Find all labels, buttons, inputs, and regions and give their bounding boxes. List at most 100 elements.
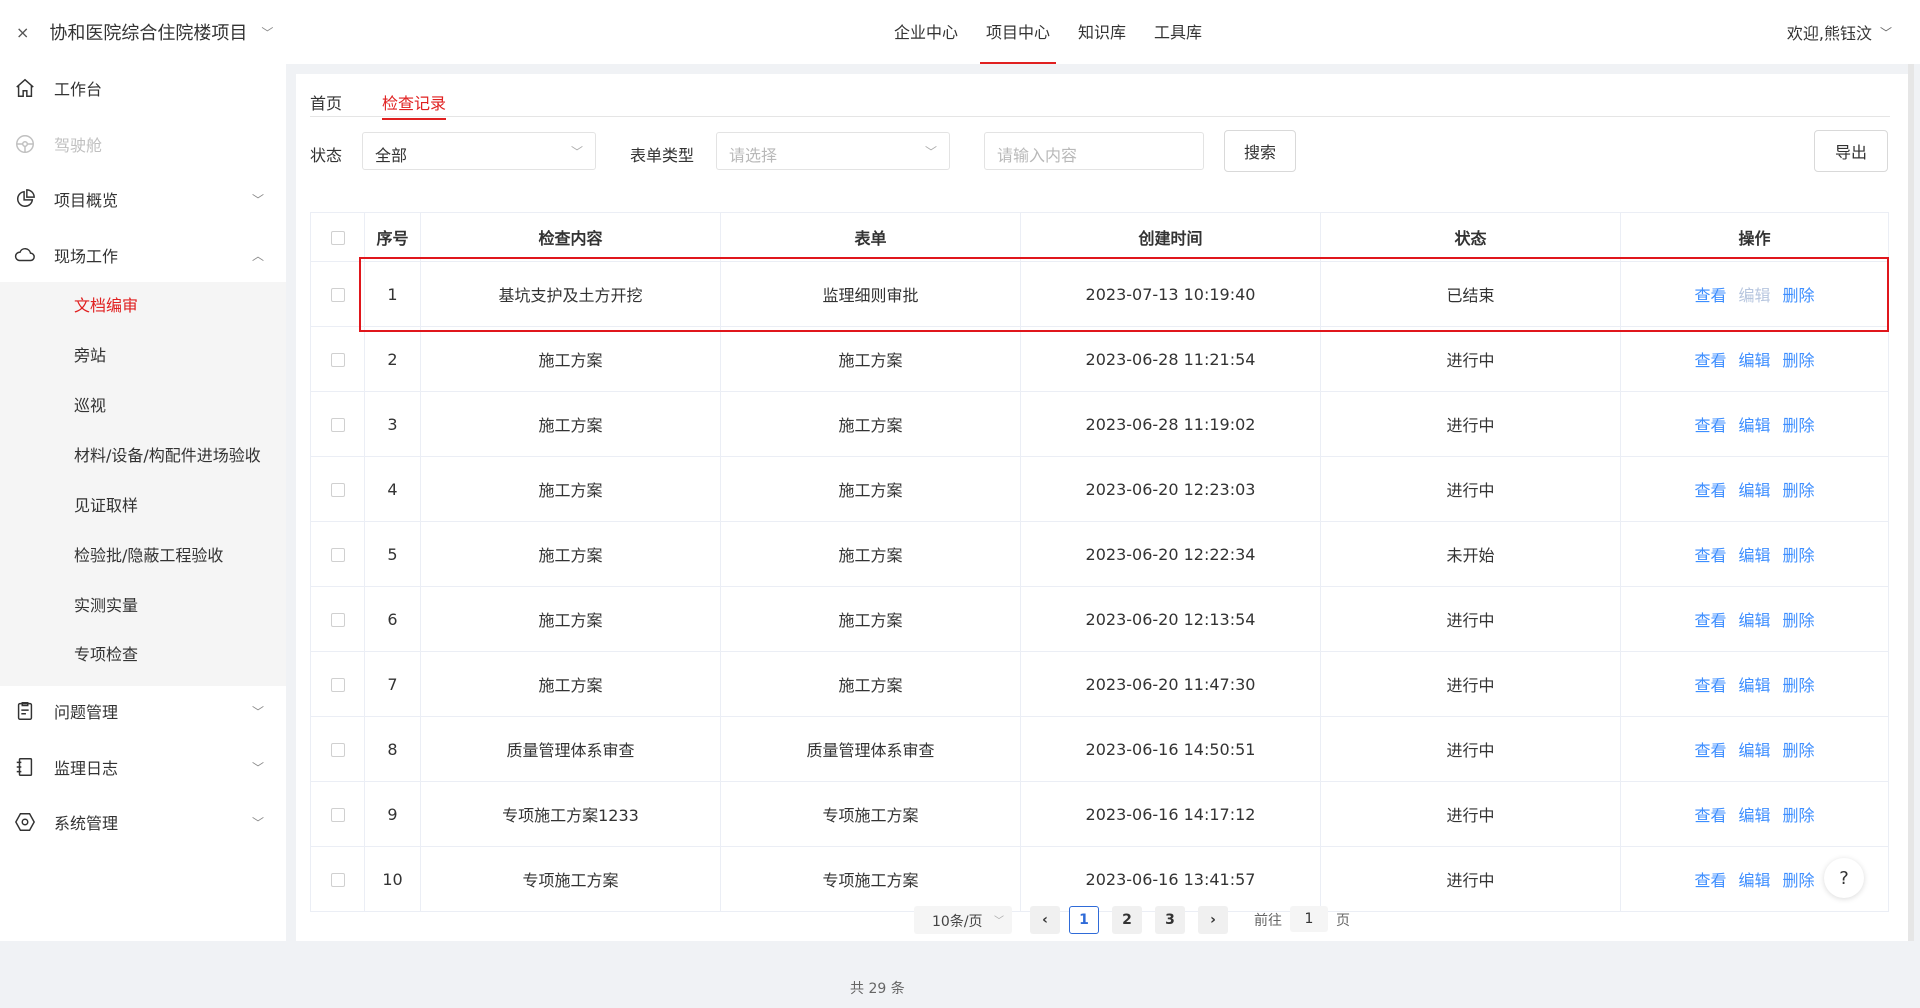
view-link[interactable]: 查看 — [1694, 481, 1726, 500]
row-checkbox[interactable] — [330, 613, 345, 627]
edit-link[interactable]: 编辑 — [1738, 546, 1770, 565]
edit-link[interactable]: 编辑 — [1738, 806, 1770, 825]
sidebar-subitem-measurement[interactable]: 实测实量 — [74, 592, 138, 616]
sidebar-subitem-inspection-lot[interactable]: 检验批/隐蔽工程验收 — [74, 542, 223, 566]
view-link[interactable]: 查看 — [1694, 286, 1726, 305]
goto-page-input[interactable]: 1 — [1290, 906, 1328, 932]
delete-link[interactable]: 删除 — [1783, 676, 1815, 695]
chevron-down-icon: ﹀ — [252, 815, 265, 830]
cell-actions: 查看 编辑 删除 — [1620, 586, 1889, 652]
page-1-button[interactable]: 1 — [1069, 906, 1099, 934]
tab-inspection-records[interactable]: 检查记录 — [382, 90, 447, 120]
cell-created: 2023-06-16 14:17:12 — [1020, 781, 1321, 847]
row-checkbox[interactable] — [330, 483, 345, 497]
row-select-cell — [310, 716, 365, 782]
sidebar-item-issues[interactable]: 问题管理 ﹀ — [0, 689, 286, 733]
sidebar-item-cockpit[interactable]: 驾驶舱 — [0, 122, 286, 166]
sidebar-item-workbench[interactable]: 工作台 — [0, 66, 286, 110]
view-link[interactable]: 查看 — [1694, 351, 1726, 370]
search-button[interactable]: 搜索 — [1224, 130, 1296, 172]
tab-home[interactable]: 首页 — [310, 90, 342, 114]
column-header-content: 检查内容 — [420, 212, 721, 262]
delete-link[interactable]: 删除 — [1783, 806, 1815, 825]
delete-link[interactable]: 删除 — [1783, 416, 1815, 435]
delete-link[interactable]: 删除 — [1783, 546, 1815, 565]
delete-link[interactable]: 删除 — [1783, 286, 1815, 305]
delete-link[interactable]: 删除 — [1783, 741, 1815, 760]
total-count: 共 29 条 — [850, 981, 905, 997]
page-2-button[interactable]: 2 — [1112, 906, 1142, 934]
home-icon — [16, 78, 34, 97]
select-all-checkbox[interactable] — [330, 231, 345, 245]
edit-link[interactable]: 编辑 — [1738, 676, 1770, 695]
delete-link[interactable]: 删除 — [1783, 351, 1815, 370]
welcome-text[interactable]: 欢迎,熊钰汶 — [1787, 20, 1872, 44]
row-checkbox[interactable] — [330, 548, 345, 562]
view-link[interactable]: 查看 — [1694, 416, 1726, 435]
row-checkbox[interactable] — [330, 288, 345, 302]
view-link[interactable]: 查看 — [1694, 611, 1726, 630]
sidebar-item-log[interactable]: 监理日志 ﹀ — [0, 745, 286, 789]
delete-link[interactable]: 删除 — [1783, 871, 1815, 890]
view-link[interactable]: 查看 — [1694, 806, 1726, 825]
chevron-down-icon[interactable]: ﹀ — [261, 24, 273, 41]
cell-no: 6 — [364, 586, 421, 652]
nav-project-center[interactable]: 项目中心 — [972, 0, 1064, 64]
view-link[interactable]: 查看 — [1694, 546, 1726, 565]
sidebar-item-system[interactable]: 系统管理 ﹀ — [0, 800, 286, 844]
cell-status: 进行中 — [1320, 846, 1621, 912]
row-select-cell — [310, 846, 365, 912]
edit-link[interactable]: 编辑 — [1738, 871, 1770, 890]
row-checkbox[interactable] — [330, 418, 345, 432]
chevron-down-icon[interactable]: ﹀ — [1880, 24, 1892, 41]
cloud-icon — [14, 247, 35, 262]
edit-link[interactable]: 编辑 — [1738, 481, 1770, 500]
row-select-cell — [310, 521, 365, 587]
sidebar-subitem-special-inspection[interactable]: 专项检查 — [74, 641, 138, 665]
delete-link[interactable]: 删除 — [1783, 481, 1815, 500]
nav-enterprise-center[interactable]: 企业中心 — [880, 0, 972, 64]
page-scrollbar[interactable] — [1908, 64, 1914, 941]
nav-knowledge-base[interactable]: 知识库 — [1064, 0, 1140, 64]
sidebar-subitem-doc-review[interactable]: 文档编审 — [74, 292, 138, 316]
row-checkbox[interactable] — [330, 743, 345, 757]
row-checkbox[interactable] — [330, 808, 345, 822]
nav-tool-library[interactable]: 工具库 — [1140, 0, 1216, 64]
project-switcher[interactable]: × 协和医院综合住院楼项目 ﹀ — [16, 18, 273, 46]
delete-link[interactable]: 删除 — [1783, 611, 1815, 630]
view-link[interactable]: 查看 — [1694, 741, 1726, 760]
sidebar-subitem-side-station[interactable]: 旁站 — [74, 342, 106, 366]
row-checkbox[interactable] — [330, 873, 345, 887]
sidebar-item-field-work[interactable]: 现场工作 ︿ — [0, 233, 286, 277]
sidebar: 工作台 驾驶舱 项目概览 ﹀ 现场工作 ︿ 文档编审 旁站 巡视 材料/设备/构… — [0, 64, 286, 941]
edit-link[interactable]: 编辑 — [1738, 351, 1770, 370]
sidebar-subitem-material-acceptance[interactable]: 材料/设备/构配件进场验收 — [74, 442, 261, 466]
edit-link[interactable]: 编辑 — [1738, 611, 1770, 630]
page-3-button[interactable]: 3 — [1155, 906, 1185, 934]
keyword-input[interactable]: 请输入内容 — [984, 132, 1204, 170]
edit-link[interactable]: 编辑 — [1738, 741, 1770, 760]
status-select[interactable]: 全部 ﹀ — [362, 132, 596, 170]
cell-content: 质量管理体系审查 — [420, 716, 721, 782]
project-name[interactable]: 协和医院综合住院楼项目 — [49, 19, 247, 45]
table-row: 10 专项施工方案 专项施工方案 2023-06-16 13:41:57 进行中 查看 编辑… — [310, 846, 1889, 912]
user-menu[interactable]: 欢迎,熊钰汶 ﹀ — [1787, 20, 1892, 44]
cell-no: 5 — [364, 521, 421, 587]
export-button[interactable]: 导出 — [1814, 130, 1888, 172]
view-link[interactable]: 查看 — [1694, 676, 1726, 695]
help-button[interactable]: ? — [1824, 858, 1864, 898]
sidebar-item-label: 问题管理 — [54, 703, 119, 722]
sidebar-subitem-patrol[interactable]: 巡视 — [74, 392, 106, 416]
prev-page-button[interactable]: ‹ — [1030, 906, 1060, 934]
view-link[interactable]: 查看 — [1694, 871, 1726, 890]
close-icon[interactable]: × — [16, 23, 29, 42]
next-page-button[interactable]: › — [1198, 906, 1228, 934]
row-checkbox[interactable] — [330, 678, 345, 692]
row-checkbox[interactable] — [330, 353, 345, 367]
form-type-select[interactable]: 请选择 ﹀ — [716, 132, 950, 170]
edit-link[interactable]: 编辑 — [1738, 416, 1770, 435]
sidebar-item-overview[interactable]: 项目概览 ﹀ — [0, 177, 286, 221]
chevron-down-icon: ﹀ — [252, 192, 265, 207]
sidebar-subitem-witness-sampling[interactable]: 见证取样 — [74, 492, 138, 516]
page-size-select[interactable]: 10条/页 ﹀ — [914, 906, 1012, 934]
